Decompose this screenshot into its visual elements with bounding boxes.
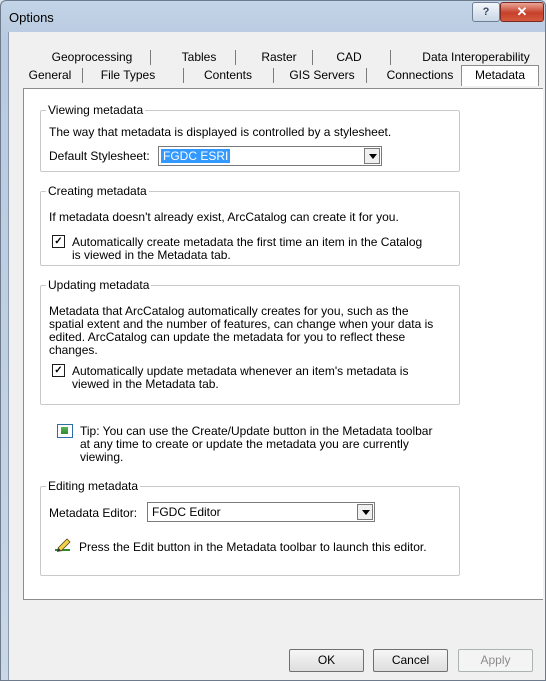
viewing-description: The way that metadata is displayed is co…	[49, 125, 392, 139]
stylesheet-dropdown[interactable]: FGDC ESRI	[158, 146, 382, 166]
editor-selected-value: FGDC Editor	[152, 505, 221, 519]
edit-pencil-icon	[55, 538, 71, 552]
chevron-down-icon[interactable]	[357, 504, 373, 520]
viewing-metadata-group: Viewing metadata The way that metadata i…	[40, 103, 460, 172]
title-bar[interactable]: Options ? ✕	[1, 1, 545, 33]
updating-description: changes.	[49, 343, 98, 357]
stylesheet-label: Default Stylesheet:	[49, 149, 150, 163]
close-button[interactable]: ✕	[500, 2, 544, 22]
group-legend: Updating metadata	[46, 278, 152, 293]
updating-metadata-group: Updating metadata Metadata that ArcCatal…	[40, 278, 460, 405]
tab-cad[interactable]: CAD	[329, 48, 369, 66]
help-icon: ?	[482, 6, 490, 18]
creating-description: If metadata doesn't already exist, ArcCa…	[49, 210, 399, 224]
tab-raster[interactable]: Raster	[256, 48, 302, 66]
options-dialog: Options ? ✕ Geoprocessing Tables Raster …	[0, 0, 546, 681]
creating-metadata-group: Creating metadata If metadata doesn't al…	[40, 184, 460, 266]
tip-text: at any time to create or update the meta…	[80, 437, 409, 451]
tab-metadata[interactable]: Metadata	[461, 65, 539, 86]
tab-divider	[183, 68, 184, 83]
editing-metadata-group: Editing metadata Metadata Editor: FGDC E…	[40, 479, 460, 576]
tab-general[interactable]: General	[23, 66, 77, 84]
auto-update-label: viewed in the Metadata tab.	[72, 377, 219, 391]
group-legend: Editing metadata	[46, 479, 141, 494]
metadata-tab-panel: Viewing metadata The way that metadata i…	[23, 88, 543, 600]
tab-divider	[273, 68, 274, 83]
auto-update-checkbox[interactable]: ✓	[52, 364, 65, 377]
group-legend: Viewing metadata	[46, 103, 146, 118]
create-update-icon	[57, 424, 73, 438]
tab-tables[interactable]: Tables	[173, 48, 225, 66]
metadata-editor-dropdown[interactable]: FGDC Editor	[147, 502, 375, 522]
tab-divider	[390, 50, 391, 65]
editor-label: Metadata Editor:	[49, 506, 138, 520]
tab-divider	[150, 50, 151, 65]
tab-gis-servers[interactable]: GIS Servers	[281, 66, 363, 84]
group-legend: Creating metadata	[46, 184, 149, 199]
editor-hint: Press the Edit button in the Metadata to…	[79, 540, 427, 554]
tab-divider	[366, 68, 367, 83]
stylesheet-selected-value: FGDC ESRI	[161, 149, 231, 163]
tip-text: viewing.	[80, 450, 124, 464]
help-button[interactable]: ?	[472, 2, 500, 22]
tab-divider	[235, 50, 236, 65]
auto-create-checkbox[interactable]: ✓	[52, 235, 65, 248]
tab-file-types[interactable]: File Types	[89, 66, 167, 84]
tab-divider	[82, 68, 83, 83]
close-icon: ✕	[516, 4, 528, 19]
apply-button[interactable]: Apply	[458, 649, 533, 672]
cancel-button[interactable]: Cancel	[373, 649, 448, 672]
updating-description: edited. ArcCatalog can update the metada…	[49, 330, 406, 344]
tab-geoprocessing[interactable]: Geoprocessing	[49, 48, 135, 66]
ok-button[interactable]: OK	[289, 649, 364, 672]
tab-data-interoperability[interactable]: Data Interoperability	[407, 48, 545, 66]
window-title: Options	[9, 10, 54, 25]
tab-contents[interactable]: Contents	[195, 66, 261, 84]
tab-connections[interactable]: Connections	[379, 66, 461, 84]
tab-divider	[312, 50, 313, 65]
auto-create-label: is viewed in the Metadata tab.	[72, 248, 231, 262]
chevron-down-icon[interactable]	[364, 148, 380, 164]
